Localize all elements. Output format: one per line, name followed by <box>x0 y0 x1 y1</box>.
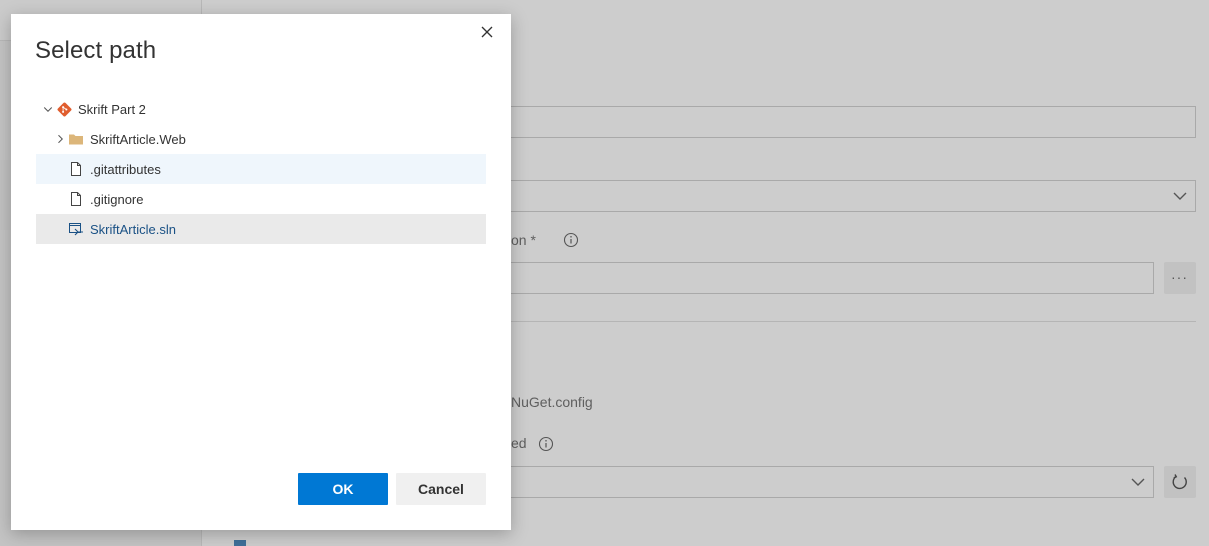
background-field-label: on * <box>511 232 536 248</box>
background-text-field <box>500 106 1196 138</box>
ok-button[interactable]: OK <box>298 473 388 505</box>
select-path-dialog: Select path Skrift Part 2 SkriftArticle.… <box>11 14 511 530</box>
tree-item-file-selected[interactable]: SkriftArticle.sln <box>36 214 486 244</box>
chevron-down-icon <box>1131 478 1145 486</box>
chevron-down-icon <box>1173 192 1187 200</box>
background-checkbox <box>234 540 246 546</box>
browse-ellipsis: ··· <box>1171 269 1188 285</box>
file-icon <box>68 161 84 177</box>
refresh-icon <box>1172 474 1187 490</box>
background-path-field <box>500 262 1154 294</box>
background-dropdown <box>500 180 1196 212</box>
chevron-right-icon[interactable] <box>52 131 68 147</box>
background-nuget-text: NuGet.config <box>511 394 593 410</box>
solution-icon <box>68 221 84 237</box>
tree-item-label: .gitignore <box>90 191 144 207</box>
folder-icon <box>68 131 84 147</box>
info-icon <box>563 232 579 248</box>
path-tree: Skrift Part 2 SkriftArticle.Web .gitattr… <box>36 94 486 244</box>
page: on * ··· NuGet.config ed Select path Skr… <box>0 0 1209 546</box>
tree-item-label: SkriftArticle.Web <box>90 131 186 147</box>
tree-item-file[interactable]: .gitattributes <box>36 154 486 184</box>
background-divider <box>500 321 1196 322</box>
file-icon <box>68 191 84 207</box>
cancel-button[interactable]: Cancel <box>396 473 486 505</box>
close-icon <box>481 26 493 38</box>
chevron-down-icon[interactable] <box>40 101 56 117</box>
tree-item-label: Skrift Part 2 <box>78 101 146 117</box>
tree-item-label: .gitattributes <box>90 161 161 177</box>
info-icon <box>538 436 554 452</box>
background-dropdown-2 <box>500 466 1154 498</box>
tree-root-item[interactable]: Skrift Part 2 <box>36 94 486 124</box>
background-field-label-2: ed <box>511 435 527 451</box>
git-repo-icon <box>56 101 72 117</box>
close-button[interactable] <box>477 22 497 42</box>
tree-item-label: SkriftArticle.sln <box>90 221 176 237</box>
dialog-title: Select path <box>35 37 157 64</box>
background-refresh-button <box>1164 466 1196 498</box>
tree-item-folder[interactable]: SkriftArticle.Web <box>36 124 486 154</box>
background-field-label-text: on * <box>511 232 536 248</box>
tree-item-file[interactable]: .gitignore <box>36 184 486 214</box>
background-browse-button: ··· <box>1164 262 1196 294</box>
